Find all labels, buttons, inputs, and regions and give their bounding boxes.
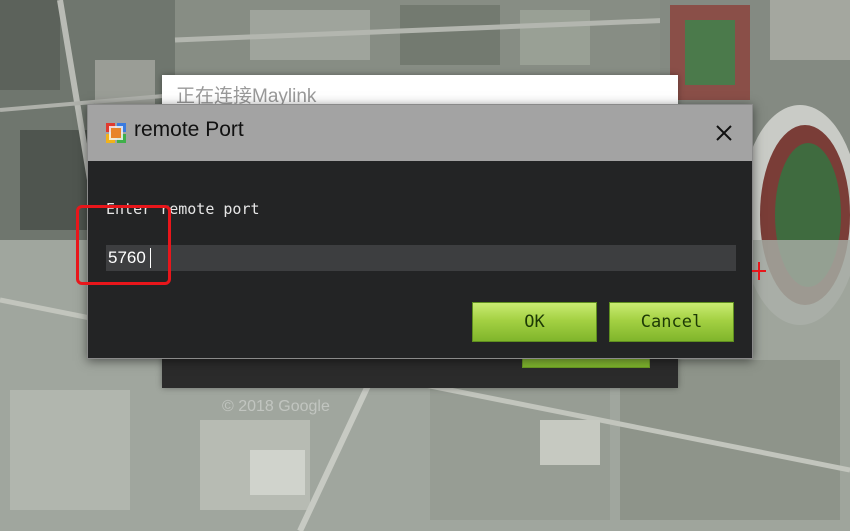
map-crosshair-icon — [752, 262, 766, 280]
remote-port-dialog: remote Port Enter remote port OK Cancel — [87, 104, 753, 359]
ok-button[interactable]: OK — [472, 302, 597, 342]
remote-port-input[interactable] — [106, 245, 736, 271]
cancel-button[interactable]: Cancel — [609, 302, 734, 342]
dialog-titlebar[interactable]: remote Port — [88, 105, 752, 161]
close-icon[interactable] — [710, 119, 738, 147]
red-highlight-annotation — [76, 205, 171, 285]
dialog-title: remote Port — [134, 118, 244, 141]
map-watermark: © 2018 Google — [222, 398, 330, 415]
app-window-icon — [106, 123, 126, 143]
